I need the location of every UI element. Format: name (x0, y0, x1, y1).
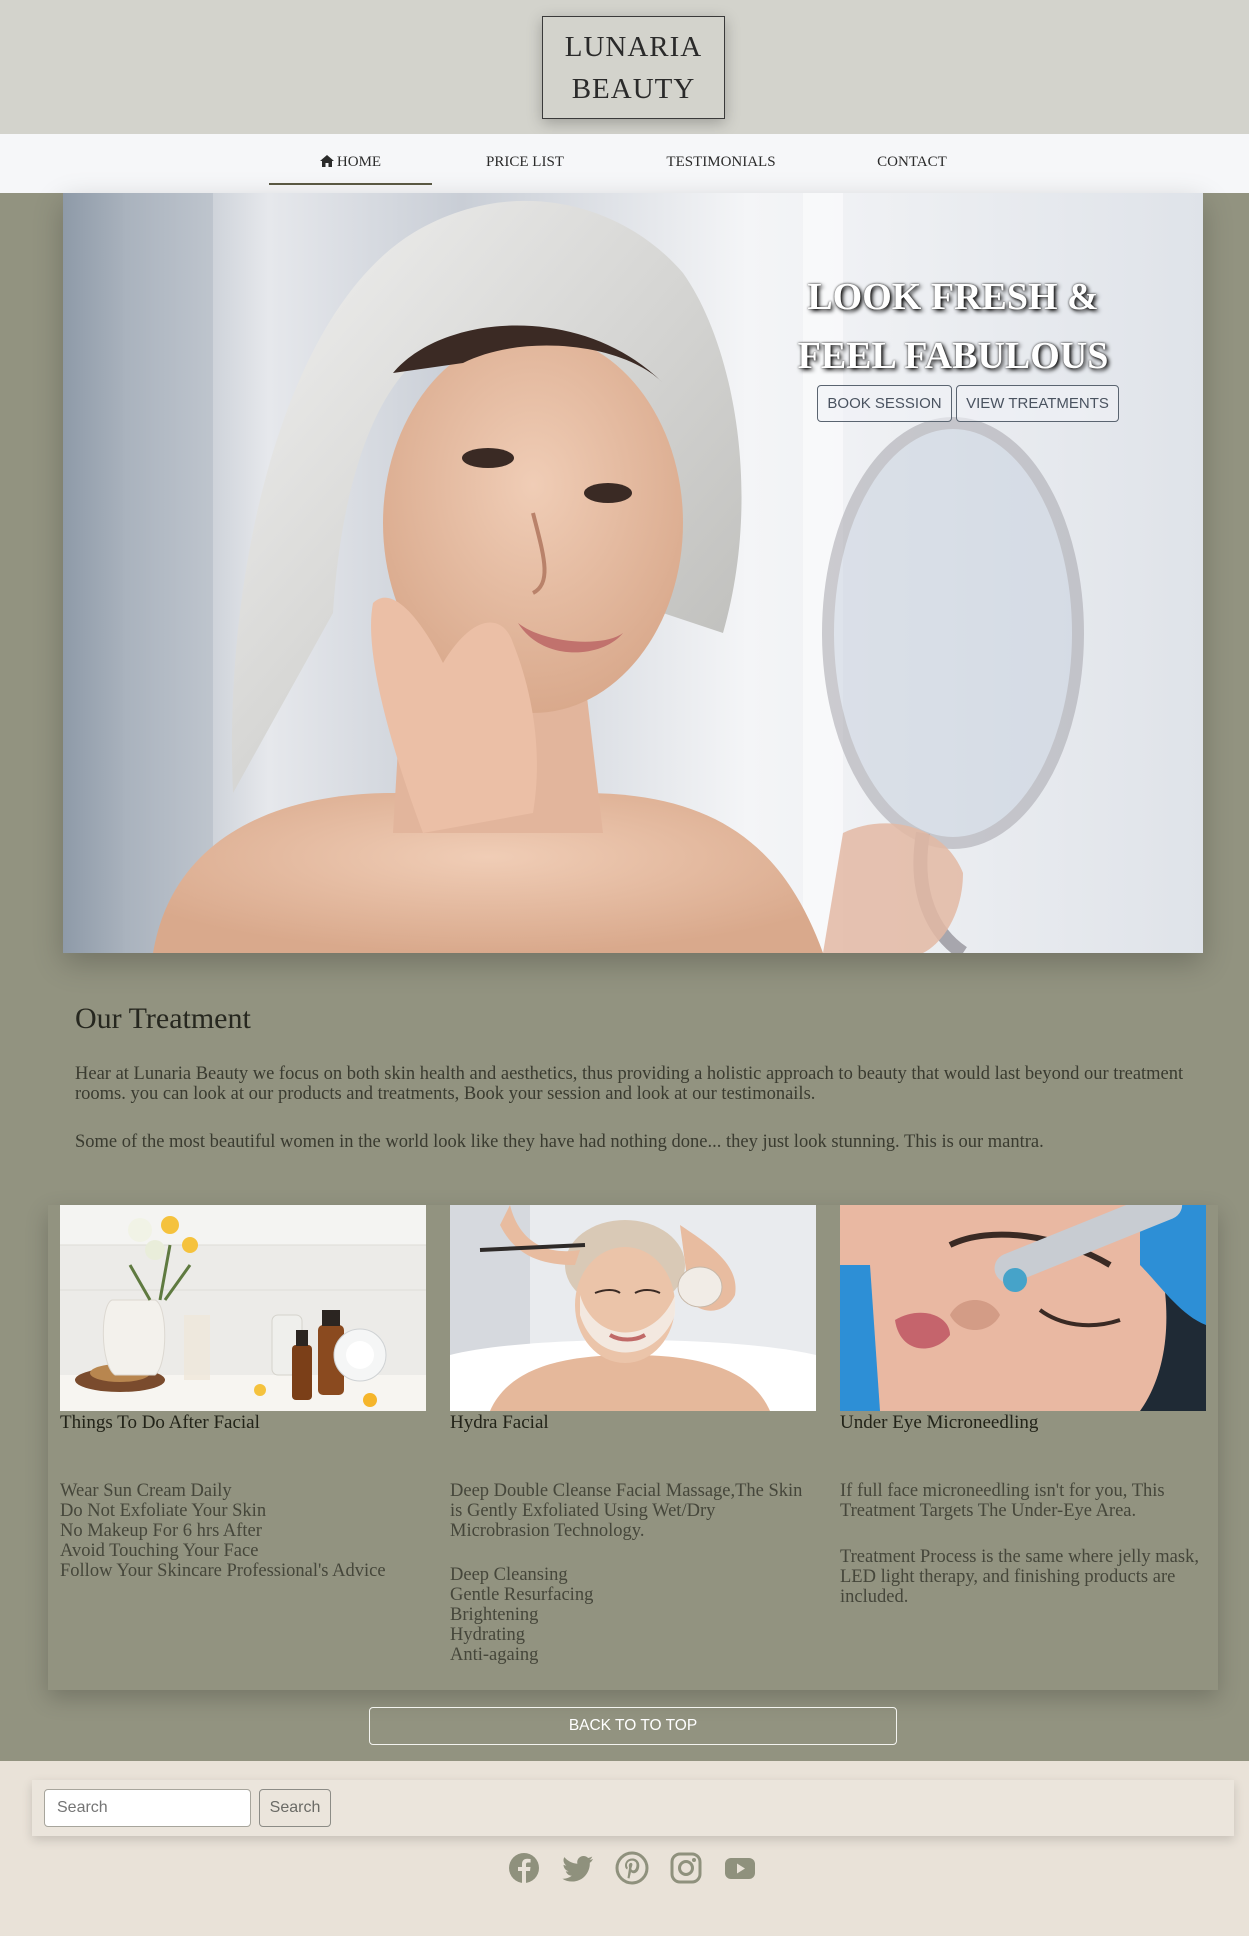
card-description: If full face microneedling isn't for you… (840, 1481, 1165, 1521)
card-title: Things To Do After Facial (60, 1412, 260, 1433)
search-bar: Search (32, 1780, 1234, 1836)
card-title: Under Eye Microneedling (840, 1412, 1039, 1433)
nav-label-home: HOME (336, 154, 382, 170)
home-icon (319, 155, 334, 167)
view-treatments-button[interactable]: VIEW TREATMENTS (956, 385, 1119, 422)
back-to-top-button[interactable]: BACK TO TO TOP (369, 1707, 897, 1745)
treatment-intro: Hear at Lunaria Beauty we focus on both … (75, 1064, 1184, 1104)
site-footer: Search (0, 1761, 1249, 1936)
nav-item-price-list[interactable]: PRICE LIST (468, 134, 582, 184)
nav-label-testimonials: TESTIMONIALS (666, 154, 776, 170)
card-after-facial: Things To Do After Facial Wear Sun Cream… (60, 1205, 426, 1581)
card-description-process: Treatment Process is the same where jell… (840, 1547, 1199, 1607)
skincare-products-image (60, 1205, 426, 1411)
brand-logo[interactable]: LUNARIA BEAUTY (542, 16, 725, 119)
microneedling-image (840, 1205, 1206, 1411)
list-item: Hydrating (450, 1625, 526, 1645)
card-hydra-facial: Hydra Facial Deep Double Cleanse Facial … (450, 1205, 816, 1665)
book-session-button[interactable]: BOOK SESSION (817, 385, 952, 422)
nav-label-price-list: PRICE LIST (486, 154, 564, 170)
list-item: Do Not Exfoliate Your Skin (60, 1501, 267, 1521)
hydra-facial-image (450, 1205, 816, 1411)
brand-line-2: BEAUTY (571, 72, 696, 105)
main-nav: HOME PRICE LIST TESTIMONIALS CONTACT (0, 134, 1249, 193)
facebook-icon[interactable] (507, 1851, 541, 1885)
hero-banner: LOOK FRESH & FEEL FABULOUS BOOK SESSION … (63, 193, 1203, 953)
brand-line-1: LUNARIA (564, 30, 703, 63)
list-item: Gentle Resurfacing (450, 1585, 594, 1605)
list-item: Anti-againg (450, 1645, 539, 1665)
list-item: Brightening (450, 1605, 539, 1625)
site-header: LUNARIA BEAUTY (0, 0, 1249, 134)
hero-title-line-1: LOOK FRESH & (807, 276, 1099, 318)
card-description: Deep Double Cleanse Facial Massage,The S… (450, 1481, 803, 1541)
search-button[interactable]: Search (259, 1789, 331, 1827)
list-item: Wear Sun Cream Daily (60, 1481, 232, 1501)
twitter-icon[interactable] (561, 1851, 595, 1885)
card-list: Wear Sun Cream Daily Do Not Exfoliate Yo… (60, 1481, 386, 1581)
instagram-icon[interactable] (669, 1851, 703, 1885)
youtube-icon[interactable] (723, 1851, 757, 1885)
nav-label-contact: CONTACT (877, 154, 947, 170)
treatment-title: Our Treatment (75, 1002, 251, 1035)
list-item: Follow Your Skincare Professional's Advi… (60, 1561, 386, 1581)
nav-item-home[interactable]: HOME (269, 134, 432, 185)
card-under-eye: Under Eye Microneedling If full face mic… (840, 1205, 1206, 1607)
card-title: Hydra Facial (450, 1412, 549, 1433)
hero-title: LOOK FRESH & FEEL FABULOUS (733, 268, 1173, 386)
search-input[interactable] (44, 1789, 251, 1827)
list-item: No Makeup For 6 hrs After (60, 1521, 262, 1541)
nav-item-contact[interactable]: CONTACT (860, 134, 964, 184)
list-item: Deep Cleansing (450, 1565, 568, 1585)
nav-item-testimonials[interactable]: TESTIMONIALS (650, 134, 792, 184)
treatment-cards: Things To Do After Facial Wear Sun Cream… (48, 1205, 1218, 1690)
pinterest-icon[interactable] (615, 1851, 649, 1885)
list-item: Avoid Touching Your Face (60, 1541, 259, 1561)
card-list: Deep Cleansing Gentle Resurfacing Bright… (450, 1565, 593, 1665)
hero-title-line-2: FEEL FABULOUS (797, 335, 1109, 377)
treatment-mantra: Some of the most beautiful women in the … (75, 1132, 1044, 1152)
